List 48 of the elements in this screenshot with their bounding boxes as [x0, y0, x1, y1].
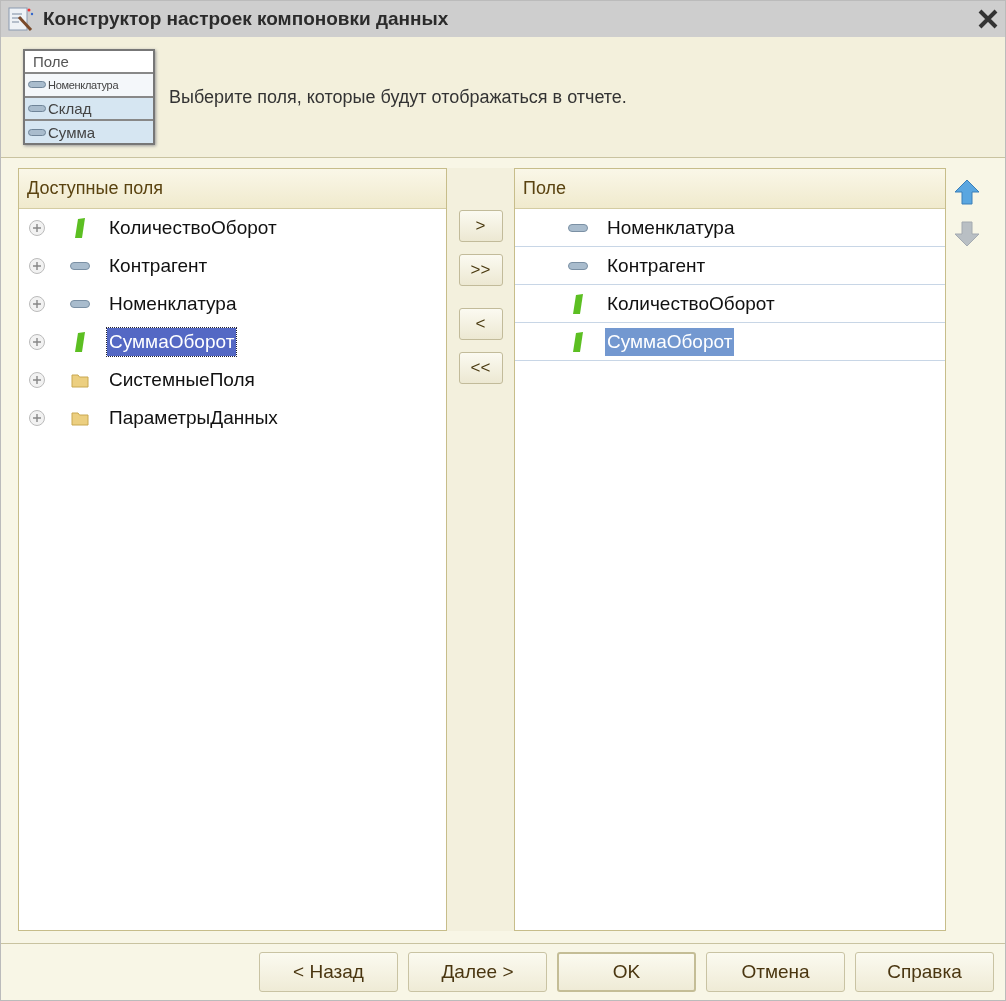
dialog-button[interactable]: OK — [557, 952, 696, 992]
dash-icon — [70, 300, 90, 308]
dash-icon — [568, 223, 588, 232]
folder-icon — [71, 372, 89, 388]
expand-icon[interactable] — [29, 258, 45, 274]
illustration-row-text: Номенклатура — [48, 78, 119, 91]
slanted-bar-icon — [572, 330, 584, 353]
dash-icon — [70, 262, 90, 270]
field-item[interactable]: СуммаОборот — [107, 328, 237, 356]
transfer-button[interactable]: >> — [458, 254, 503, 286]
column-header-text: Доступные поля — [27, 178, 164, 199]
dialog-button[interactable]: Отмена — [706, 952, 845, 992]
field-item[interactable]: Контрагент — [107, 252, 210, 280]
field-item[interactable]: ПараметрыДанных — [107, 404, 280, 432]
field-item[interactable]: СистемныеПоля — [107, 366, 257, 394]
transfer-button[interactable]: << — [458, 352, 503, 384]
folder-icon — [71, 410, 89, 426]
expand-icon[interactable] — [29, 334, 45, 350]
instruction-text: Выберите поля, которые будут отображаться в отчете. — [169, 86, 627, 108]
up-arrow-icon[interactable] — [953, 178, 981, 206]
expand-icon[interactable] — [29, 372, 45, 388]
field-item[interactable]: Номенклатура — [107, 290, 239, 318]
field-item[interactable]: КоличествоОборот — [605, 289, 777, 318]
field-item[interactable]: Контрагент — [605, 251, 708, 280]
close-icon[interactable] — [977, 8, 999, 30]
expand-icon[interactable] — [29, 220, 45, 236]
window-title: Конструктор настроек компоновки данных — [43, 8, 450, 30]
transfer-button[interactable]: > — [458, 210, 503, 242]
dash-icon — [28, 128, 46, 136]
field-item[interactable]: КоличествоОборот — [107, 214, 279, 242]
dash-icon — [28, 105, 46, 112]
wand-document-icon — [7, 5, 35, 33]
illustration-row-text: Склад — [48, 100, 92, 117]
dialog-button[interactable]: < Назад — [259, 952, 398, 992]
illustration-row-text: Сумма — [48, 123, 96, 141]
slanted-bar-icon — [74, 217, 86, 239]
expand-icon[interactable] — [29, 296, 45, 312]
illustration-heading: Поле — [32, 52, 70, 72]
transfer-button[interactable]: < — [458, 308, 503, 340]
field-item[interactable]: Номенклатура — [605, 213, 737, 242]
dash-icon — [28, 81, 46, 89]
dialog-button[interactable]: Далее > — [408, 952, 547, 992]
slanted-bar-icon — [74, 331, 86, 353]
expand-icon[interactable] — [29, 410, 45, 426]
column-header-text: Поле — [523, 178, 567, 199]
dash-icon — [568, 261, 588, 270]
dialog-button[interactable]: Справка — [855, 952, 994, 992]
slanted-bar-icon — [572, 292, 584, 315]
